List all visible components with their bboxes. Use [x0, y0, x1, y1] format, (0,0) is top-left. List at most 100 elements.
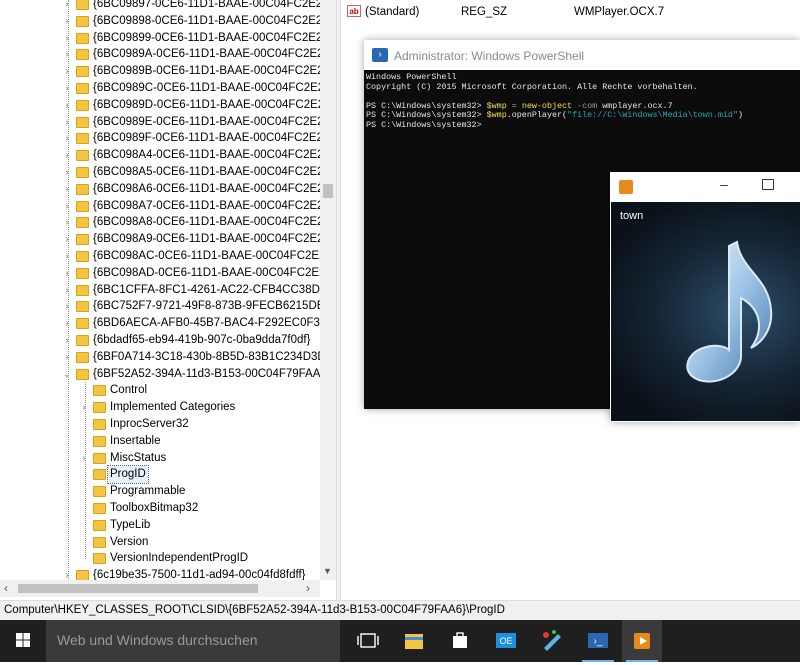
- tree-item-clsid[interactable]: › {6BC09899-0CE6-11D1-BAAE-00C04FC2E20D}: [0, 30, 336, 47]
- expand-arrow-icon[interactable]: ›: [61, 315, 73, 332]
- console-text: PS C:\Windows\system32>: [366, 100, 487, 111]
- tree-item-clsid[interactable]: › {6BC09898-0CE6-11D1-BAAE-00C04FC2E20D}: [0, 13, 336, 30]
- expand-arrow-icon[interactable]: ›: [61, 282, 73, 299]
- taskbar[interactable]: Web und Windows durchsuchen OE ›_: [0, 620, 800, 662]
- tree-item-subkey[interactable]: Control: [0, 382, 320, 399]
- expand-arrow-icon[interactable]: ›: [61, 147, 73, 164]
- expand-arrow-icon[interactable]: ›: [61, 80, 73, 97]
- tree-item-clsid[interactable]: › {6BD6AECA-AFB0-45B7-BAC4-F292EC0F3F41}: [0, 315, 336, 332]
- registry-tree[interactable]: › {6BC09897-0CE6-11D1-BAAE-00C04FC2E20D} ›…: [0, 0, 336, 600]
- expand-arrow-icon[interactable]: ›: [61, 164, 73, 181]
- music-note-icon: [686, 240, 773, 383]
- tree-item-label: {6BC09898-0CE6-11D1-BAAE-00C04FC2E20D}: [93, 14, 336, 27]
- tree-item-label: {6bdadf65-eb94-419b-907c-0ba9dda7f0df}: [93, 334, 311, 346]
- expand-arrow-icon[interactable]: ›: [78, 399, 90, 416]
- folder-icon: [76, 368, 89, 380]
- tree-item-label: {6BC098A9-0CE6-11D1-BAAE-00C04FC2E20D}: [93, 233, 336, 246]
- folder-icon: [93, 553, 106, 565]
- tree-item-subkey[interactable]: TypeLib: [0, 517, 320, 534]
- tree-item-clsid[interactable]: › {6BC0989B-0CE6-11D1-BAAE-00C04FC2E20D}: [0, 63, 336, 80]
- expand-arrow-icon[interactable]: ›: [61, 30, 73, 47]
- expand-arrow-icon[interactable]: ›: [61, 214, 73, 231]
- outlook-taskbar-button[interactable]: OE: [486, 620, 526, 662]
- expand-arrow-icon[interactable]: ›: [61, 298, 73, 315]
- track-title: town: [620, 210, 644, 222]
- expand-arrow-icon[interactable]: ›: [61, 198, 73, 215]
- task-view-button[interactable]: [348, 620, 388, 662]
- tree-item-subkey[interactable]: › MiscStatus: [0, 450, 320, 467]
- expand-arrow-icon[interactable]: ›: [61, 265, 73, 282]
- store-taskbar-button[interactable]: [440, 620, 480, 662]
- expand-arrow-icon[interactable]: ›: [61, 13, 73, 30]
- expand-arrow-icon[interactable]: ›: [61, 231, 73, 248]
- scroll-down-icon[interactable]: ▼: [323, 566, 332, 576]
- expand-arrow-icon[interactable]: ›: [61, 130, 73, 147]
- paint-taskbar-button[interactable]: [532, 620, 572, 662]
- tree-item-clsid[interactable]: › {6BC098A8-0CE6-11D1-BAAE-00C04FC2E20D}: [0, 214, 336, 231]
- tree-item-clsid[interactable]: › {6BF0A714-3C18-430b-8B5D-83B1C234D3DB}: [0, 349, 336, 366]
- expand-arrow-icon[interactable]: ›: [78, 450, 90, 467]
- media-player-icon: [634, 633, 650, 649]
- taskbar-search-box[interactable]: Web und Windows durchsuchen: [46, 620, 340, 662]
- tree-item-clsid[interactable]: › {6BC752F7-9721-49F8-873B-9FECB6215DE3}: [0, 298, 335, 315]
- tree-item-clsid[interactable]: › {6BC0989D-0CE6-11D1-BAAE-00C04FC2E20D}: [0, 97, 336, 114]
- tree-item-clsid[interactable]: › {6BC0989E-0CE6-11D1-BAAE-00C04FC2E20D}: [0, 114, 336, 131]
- tree-item-subkey[interactable]: InprocServer32: [0, 416, 320, 433]
- tree-item-clsid[interactable]: › {6BC098A9-0CE6-11D1-BAAE-00C04FC2E20D}: [0, 231, 336, 248]
- tree-horizontal-scrollbar[interactable]: ‹ ›: [0, 580, 320, 597]
- tree-item-clsid[interactable]: › {6BC098AC-0CE6-11D1-BAAE-00C04FC2E20D: [0, 248, 336, 265]
- tree-item-clsid[interactable]: › {6BC098A5-0CE6-11D1-BAAE-00C04FC2E20D}: [0, 164, 336, 181]
- file-explorer-taskbar-button[interactable]: [394, 620, 434, 662]
- tree-item-clsid[interactable]: › {6BC098AD-0CE6-11D1-BAAE-00C04FC2E20D: [0, 265, 336, 282]
- powershell-taskbar-button[interactable]: ›_: [578, 620, 618, 662]
- expand-arrow-icon[interactable]: ›: [61, 63, 73, 80]
- tree-item-clsid[interactable]: › {6BC0989F-0CE6-11D1-BAAE-00C04FC2E20D}: [0, 130, 336, 147]
- scrollbar-thumb[interactable]: [18, 584, 258, 593]
- tree-item-clsid[interactable]: › {6BC098A7-0CE6-11D1-BAAE-00C04FC2E20D}: [0, 198, 336, 215]
- tree-item-clsid[interactable]: › {6BC098A6-0CE6-11D1-BAAE-00C04FC2E20D}: [0, 181, 336, 198]
- tree-vertical-scrollbar[interactable]: ▼: [320, 0, 336, 580]
- tree-item-subkey[interactable]: › Implemented Categories: [0, 399, 320, 416]
- expand-arrow-icon[interactable]: ›: [61, 349, 73, 366]
- expand-arrow-icon[interactable]: ›: [61, 114, 73, 131]
- scroll-right-icon[interactable]: ›: [306, 581, 310, 595]
- task-view-icon: [357, 633, 379, 648]
- tree-item-subkey[interactable]: Programmable: [0, 483, 320, 500]
- expand-arrow-icon[interactable]: ›: [61, 97, 73, 114]
- tree-item-subkey[interactable]: ProgID: [0, 465, 320, 485]
- maximize-button[interactable]: [762, 179, 774, 190]
- media-player-titlebar[interactable]: –: [610, 172, 800, 202]
- minimize-button[interactable]: –: [720, 176, 728, 192]
- scroll-left-icon[interactable]: ‹: [4, 581, 8, 595]
- tree-item-clsid[interactable]: › {6BC098A4-0CE6-11D1-BAAE-00C04FC2E20D}: [0, 147, 336, 164]
- value-name[interactable]: (Standard): [365, 4, 419, 20]
- tree-item-subkey[interactable]: Insertable: [0, 433, 320, 450]
- expand-arrow-icon[interactable]: ›: [61, 46, 73, 63]
- tree-item-clsid[interactable]: › {6BC09897-0CE6-11D1-BAAE-00C04FC2E20D}: [0, 0, 336, 13]
- tree-item-clsid[interactable]: › {6BC1CFFA-8FC1-4261-AC22-CFB4CC38DB50: [0, 282, 336, 299]
- tree-item-clsid[interactable]: › {6BC0989A-0CE6-11D1-BAAE-00C04FC2E20D}: [0, 46, 336, 63]
- tree-item-clsid[interactable]: › {6BC0989C-0CE6-11D1-BAAE-00C04FC2E20D}: [0, 80, 336, 97]
- tree-item-label: {6BC098A6-0CE6-11D1-BAAE-00C04FC2E20D}: [93, 182, 336, 195]
- tree-item-clsid[interactable]: › {6bdadf65-eb94-419b-907c-0ba9dda7f0df}: [0, 332, 320, 349]
- tree-item-clsid[interactable]: ⌄ {6BF52A52-394A-11d3-B153-00C04F79FAA6}: [0, 366, 331, 383]
- folder-icon: [76, 116, 89, 128]
- tree-item-label: {6BC0989A-0CE6-11D1-BAAE-00C04FC2E20D}: [93, 48, 336, 61]
- expand-arrow-icon[interactable]: ›: [61, 0, 73, 13]
- tree-item-subkey[interactable]: ToolboxBitmap32: [0, 500, 320, 517]
- scrollbar-thumb[interactable]: [323, 184, 333, 198]
- media-player-window[interactable]: – town: [610, 172, 800, 422]
- tree-item-subkey[interactable]: VersionIndependentProgID: [0, 550, 320, 567]
- tree-item-subkey[interactable]: Version: [0, 534, 320, 551]
- expand-arrow-icon[interactable]: ›: [61, 248, 73, 265]
- now-playing-area[interactable]: town: [611, 202, 800, 421]
- collapse-arrow-icon[interactable]: ⌄: [61, 366, 73, 383]
- folder-icon: [76, 15, 89, 27]
- expand-arrow-icon[interactable]: ›: [61, 181, 73, 198]
- tree-item-label: {6BC0989E-0CE6-11D1-BAAE-00C04FC2E20D}: [93, 115, 336, 128]
- media-player-taskbar-button[interactable]: [622, 620, 662, 662]
- expand-arrow-icon[interactable]: ›: [61, 332, 73, 349]
- start-button[interactable]: [0, 620, 46, 662]
- tree-item-label: {6BC09899-0CE6-11D1-BAAE-00C04FC2E20D}: [93, 31, 336, 44]
- powershell-titlebar[interactable]: › Administrator: Windows PowerShell: [364, 40, 800, 70]
